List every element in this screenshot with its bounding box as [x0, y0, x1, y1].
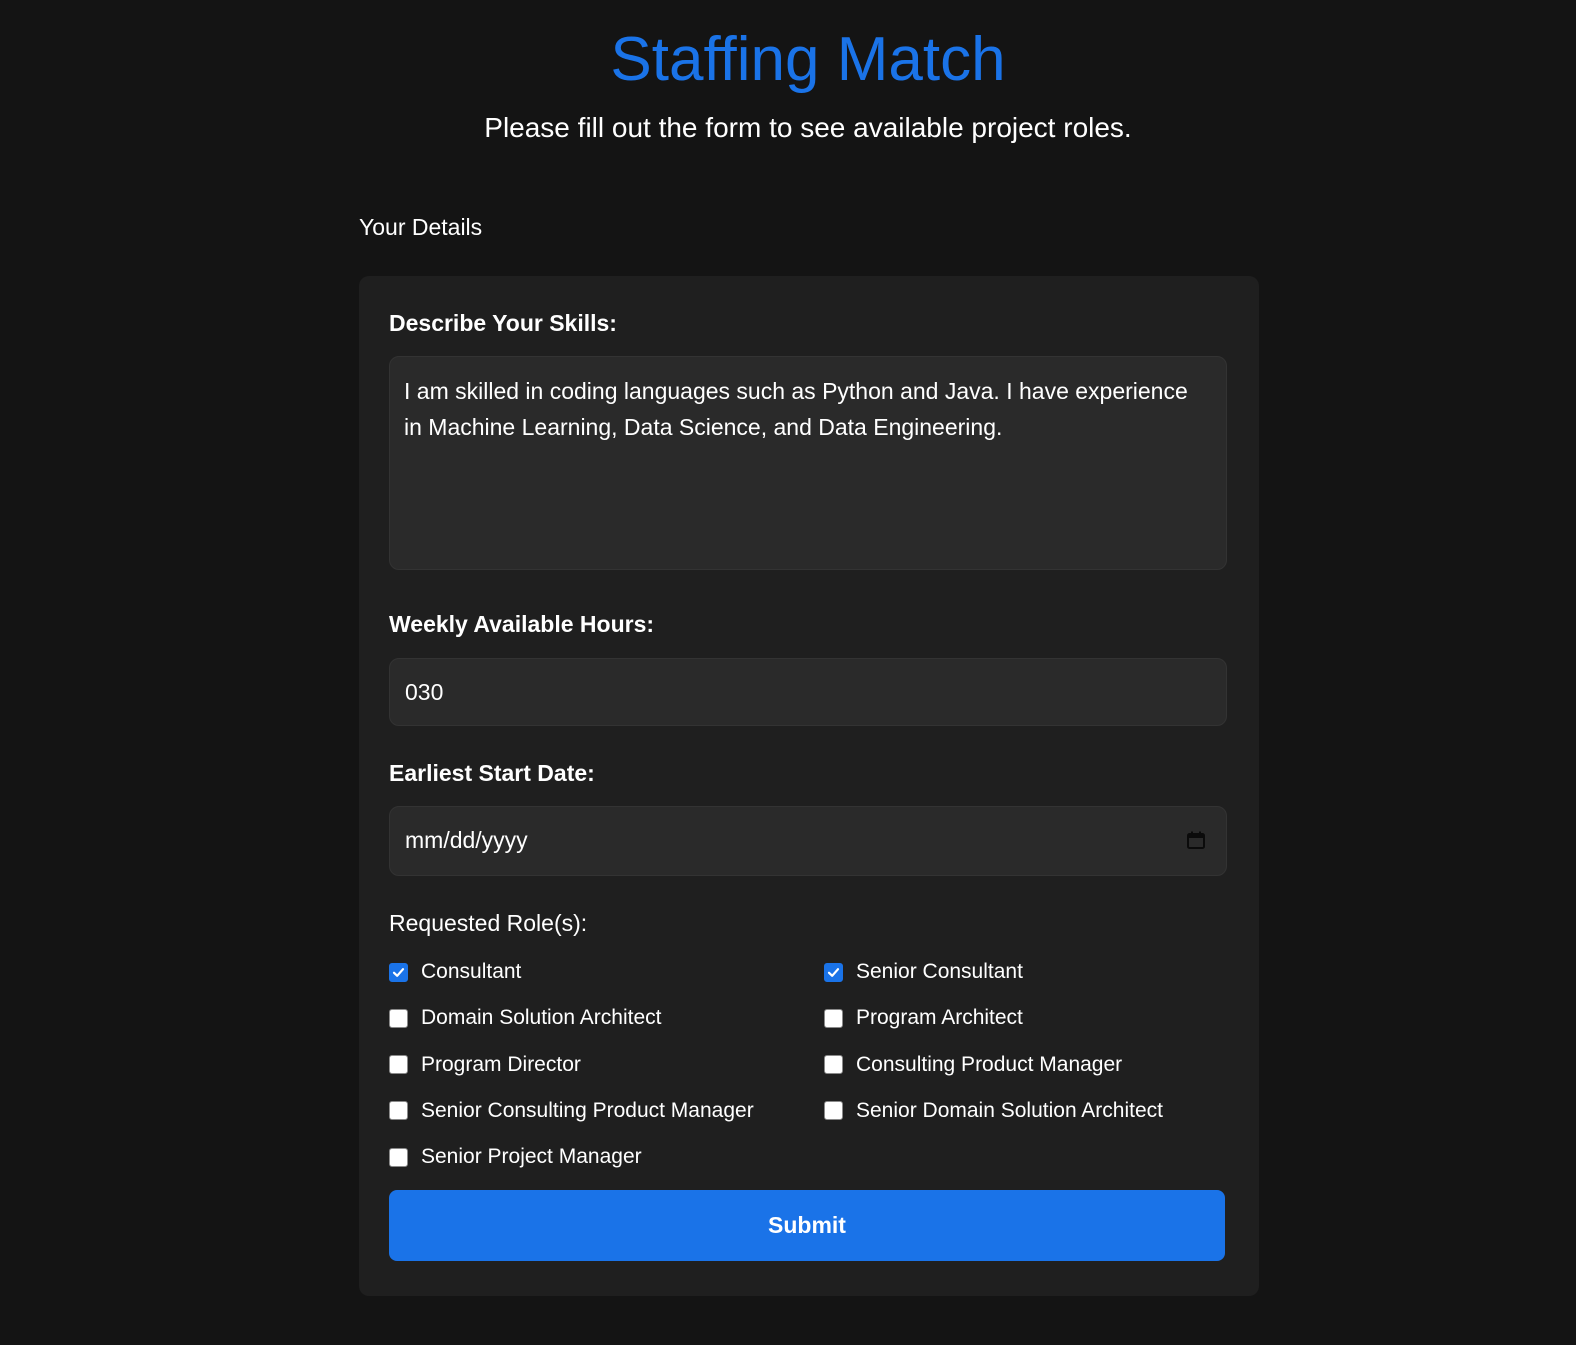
checkbox-unchecked[interactable]	[389, 1101, 408, 1121]
checkmark-icon	[392, 967, 405, 977]
role-label: Senior Consulting Product Manager	[421, 1098, 754, 1122]
section-label: Your Details	[359, 214, 483, 240]
role-option[interactable]: Program Architect	[824, 1003, 1023, 1033]
checkbox-unchecked[interactable]	[824, 1055, 843, 1075]
role-option[interactable]: Consulting Product Manager	[824, 1050, 1122, 1080]
role-option[interactable]: Senior Consultant	[824, 957, 1023, 987]
roles-label: Requested Role(s):	[389, 910, 588, 936]
role-option[interactable]: Program Director	[389, 1050, 581, 1080]
role-label: Senior Consultant	[856, 960, 1023, 983]
checkmark-icon	[827, 967, 840, 977]
skills-textarea[interactable]: I am skilled in coding languages such as…	[389, 356, 1227, 570]
role-option[interactable]: Senior Domain Solution Architect	[824, 1096, 1163, 1126]
role-option[interactable]: Consultant	[389, 957, 521, 987]
role-label: Program Architect	[856, 1006, 1023, 1030]
role-label: Senior Project Manager	[421, 1145, 642, 1169]
start-date-label: Earliest Start Date:	[389, 760, 595, 786]
checkbox-unchecked[interactable]	[389, 1008, 408, 1028]
role-option[interactable]: Senior Project Manager	[389, 1142, 642, 1172]
page: Staffing Match Please fill out the form …	[0, 0, 1576, 1345]
start-date-input[interactable]: mm/dd/yyyy	[389, 806, 1227, 876]
role-label: Domain Solution Architect	[421, 1006, 662, 1030]
hours-input[interactable]: 030	[389, 658, 1227, 726]
checkbox-unchecked[interactable]	[389, 1147, 408, 1167]
page-title: Staffing Match	[610, 25, 1006, 94]
submit-button[interactable]: Submit	[389, 1190, 1225, 1261]
calendar-icon[interactable]	[1186, 830, 1206, 850]
role-label: Consultant	[421, 960, 522, 983]
role-option[interactable]: Domain Solution Architect	[389, 1003, 661, 1033]
role-label: Consulting Product Manager	[856, 1052, 1123, 1076]
page-subtitle: Please fill out the form to see availabl…	[484, 112, 1132, 143]
checkbox-unchecked[interactable]	[824, 1008, 843, 1028]
skills-label: Describe Your Skills:	[389, 310, 617, 336]
form-card: Describe Your Skills: I am skilled in co…	[359, 276, 1259, 1296]
role-label: Senior Domain Solution Architect	[856, 1098, 1163, 1122]
checkbox-unchecked[interactable]	[824, 1101, 843, 1121]
role-option[interactable]: Senior Consulting Product Manager	[389, 1096, 754, 1126]
start-date-placeholder: mm/dd/yyyy	[405, 827, 528, 853]
hours-label: Weekly Available Hours:	[389, 611, 655, 637]
role-label: Program Director	[421, 1052, 581, 1076]
checkbox-checked[interactable]	[824, 962, 843, 982]
checkbox-unchecked[interactable]	[389, 1055, 408, 1075]
checkbox-checked[interactable]	[389, 962, 408, 982]
